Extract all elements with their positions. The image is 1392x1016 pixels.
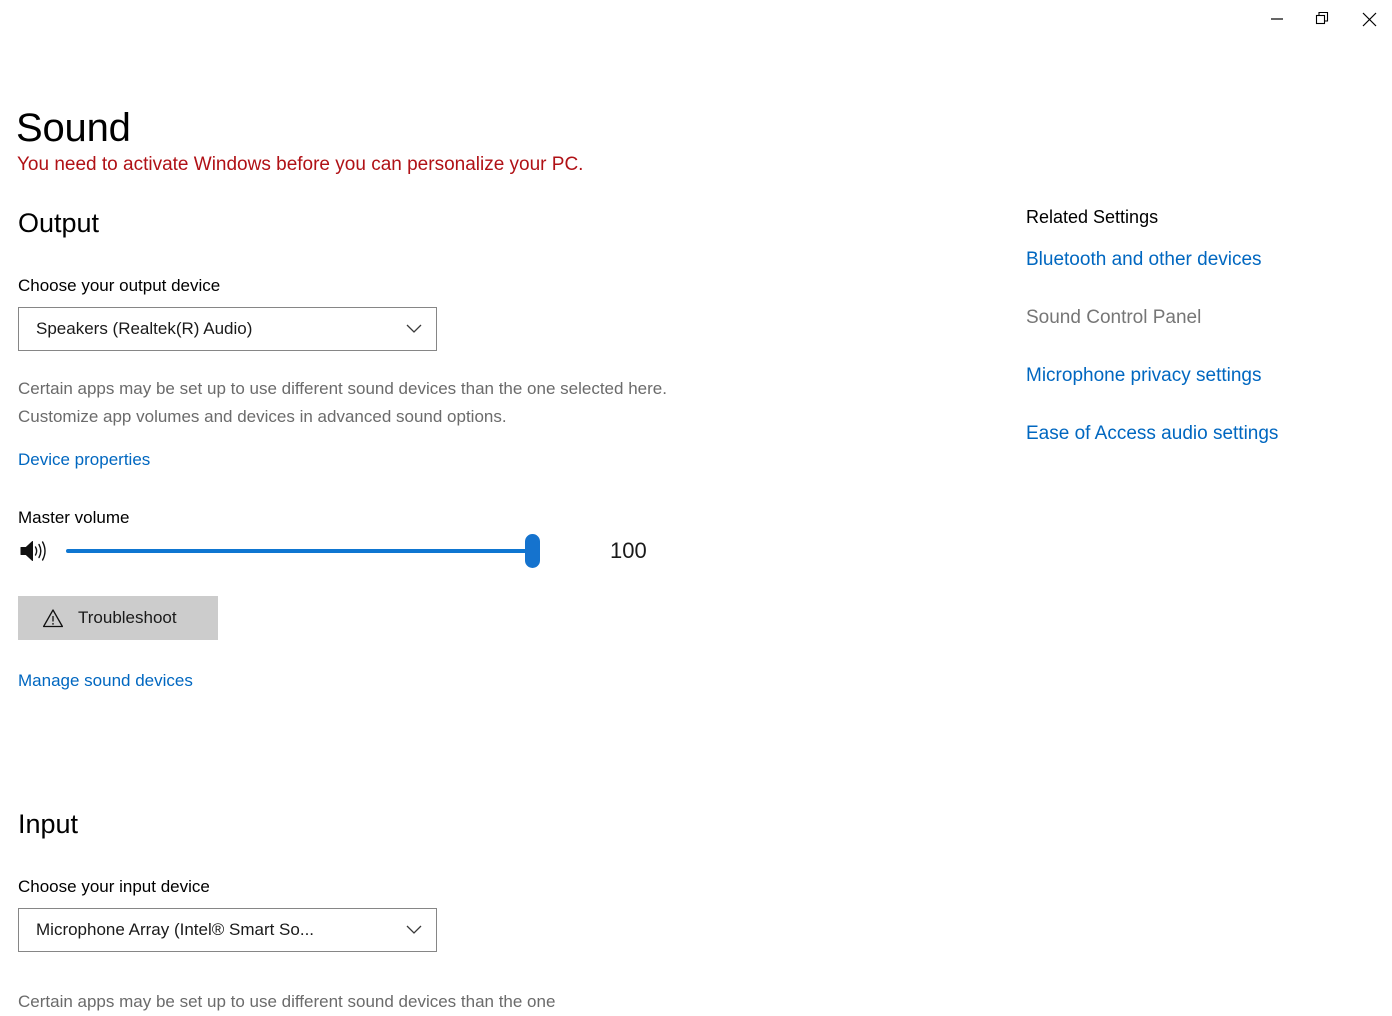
output-heading: Output bbox=[18, 208, 100, 238]
window-controls bbox=[1254, 0, 1392, 46]
related-link-microphone-privacy-settings[interactable]: Microphone privacy settings bbox=[1026, 363, 1376, 389]
master-volume-slider[interactable] bbox=[66, 534, 540, 568]
master-volume-slider-row: 100 bbox=[18, 529, 678, 573]
troubleshoot-button-label: Troubleshoot bbox=[78, 608, 177, 627]
speaker-volume-icon bbox=[18, 536, 56, 566]
activation-warning-text: You need to activate Windows before you … bbox=[17, 154, 584, 175]
input-device-label: Choose your input device bbox=[18, 877, 210, 896]
chevron-down-icon bbox=[402, 317, 426, 341]
related-link-ease-of-access-audio-settings[interactable]: Ease of Access audio settings bbox=[1026, 421, 1376, 447]
input-heading: Input bbox=[18, 809, 79, 839]
input-device-value: Microphone Array (Intel® Smart So... bbox=[36, 920, 315, 939]
device-properties-link[interactable]: Device properties bbox=[18, 448, 150, 471]
related-settings-panel: Related Settings Bluetooth and other dev… bbox=[1026, 205, 1376, 479]
restore-icon bbox=[1315, 11, 1331, 27]
restore-button[interactable] bbox=[1300, 0, 1346, 38]
minimize-button[interactable] bbox=[1254, 0, 1300, 38]
page-title: Sound bbox=[16, 105, 131, 150]
warning-triangle-icon bbox=[42, 607, 64, 629]
output-section: Output Choose your output device Speaker… bbox=[18, 205, 738, 692]
chevron-down-icon bbox=[402, 918, 426, 942]
slider-thumb[interactable] bbox=[525, 534, 540, 568]
troubleshoot-button[interactable]: Troubleshoot bbox=[18, 596, 218, 640]
input-section: Input Choose your input device Microphon… bbox=[18, 806, 738, 952]
close-icon bbox=[1362, 12, 1377, 27]
output-device-value: Speakers (Realtek(R) Audio) bbox=[36, 319, 253, 338]
input-device-dropdown[interactable]: Microphone Array (Intel® Smart So... bbox=[18, 908, 437, 952]
title-bar bbox=[0, 0, 1392, 46]
output-help-text: Certain apps may be set up to use differ… bbox=[18, 379, 667, 426]
output-device-label: Choose your output device bbox=[18, 276, 221, 295]
master-volume-value: 100 bbox=[610, 538, 647, 563]
related-link-sound-control-panel[interactable]: Sound Control Panel bbox=[1026, 305, 1376, 331]
related-link-bluetooth-and-other-devices[interactable]: Bluetooth and other devices bbox=[1026, 247, 1376, 273]
slider-track bbox=[66, 549, 536, 553]
output-device-dropdown[interactable]: Speakers (Realtek(R) Audio) bbox=[18, 307, 437, 351]
related-settings-heading: Related Settings bbox=[1026, 207, 1159, 227]
input-help-text: Certain apps may be set up to use differ… bbox=[18, 992, 556, 1011]
close-button[interactable] bbox=[1346, 0, 1392, 38]
manage-sound-devices-link[interactable]: Manage sound devices bbox=[18, 669, 193, 692]
minimize-icon bbox=[1270, 12, 1284, 26]
master-volume-label: Master volume bbox=[18, 508, 130, 527]
